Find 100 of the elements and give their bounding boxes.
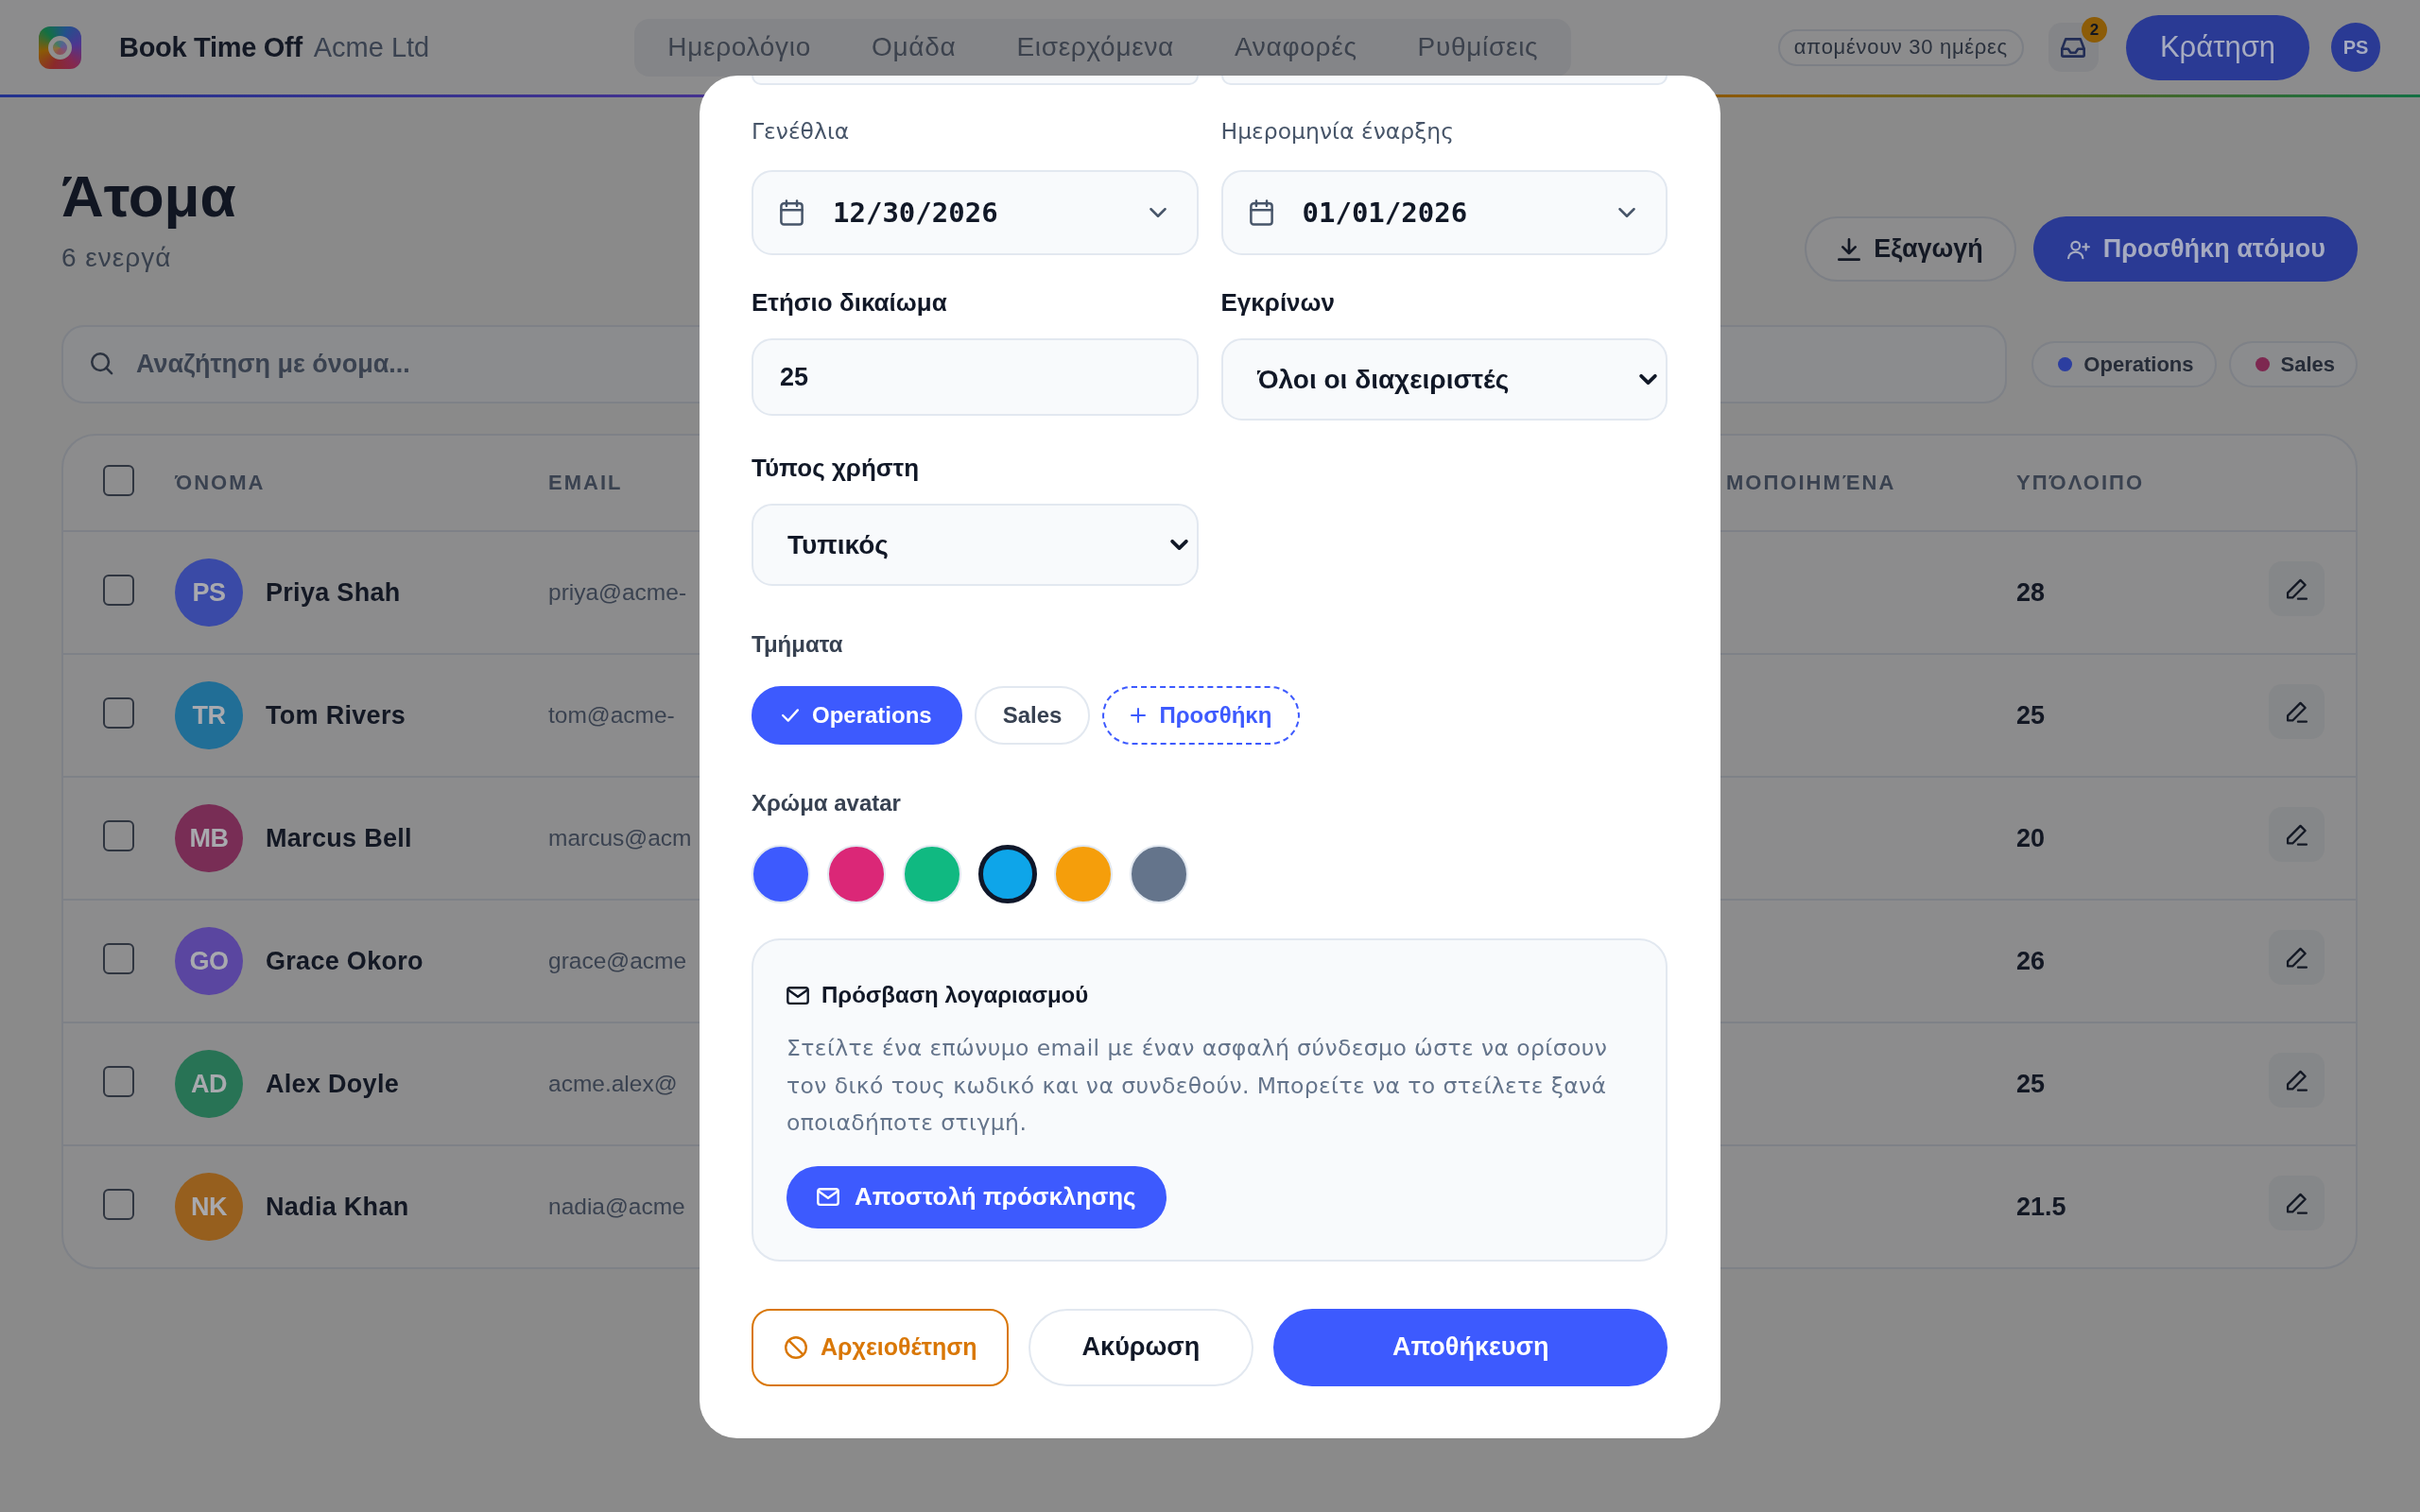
page-title: Άτομα — [61, 163, 236, 230]
save-button[interactable]: Αποθήκευση — [1273, 1308, 1668, 1386]
pencil-icon — [2285, 1192, 2308, 1214]
edit-button[interactable] — [2269, 1053, 2325, 1108]
edit-button[interactable] — [2269, 930, 2325, 985]
field-label: Γενέθλια — [752, 117, 851, 146]
filter-chip[interactable]: Sales — [2228, 341, 2358, 387]
email-text: nadia@acme — [548, 1194, 685, 1220]
person-name: Alex Doyle — [266, 1069, 400, 1099]
add-department-button[interactable]: Προσθήκη — [1102, 686, 1301, 745]
plus-icon — [1131, 708, 1147, 723]
cancel-button[interactable]: Ακύρωση — [1028, 1308, 1254, 1386]
balance-value: 28 — [2016, 577, 2046, 608]
page-subtitle: 6 ενεργά — [61, 242, 173, 274]
number-input[interactable]: 25 — [752, 338, 1199, 416]
pencil-icon — [2285, 946, 2308, 969]
user-avatar[interactable]: PS — [2331, 23, 2380, 72]
check-icon — [782, 709, 799, 722]
person-name: Priya Shah — [266, 577, 401, 608]
mail-icon — [817, 1188, 839, 1206]
logo-icon — [39, 26, 81, 69]
inbox-button[interactable] — [2048, 23, 2099, 72]
email-text: tom@acme- — [548, 702, 675, 729]
select-all-checkbox[interactable] — [103, 464, 134, 496]
pencil-icon — [2285, 823, 2308, 846]
select-field[interactable]: Όλοι οι διαχειριστές — [1220, 338, 1668, 421]
date-field[interactable]: 01/01/2026 — [1220, 170, 1668, 255]
row-checkbox[interactable] — [103, 696, 134, 729]
balance-value: 20 — [2016, 823, 2046, 853]
field-label: Ετήσιο δικαίωμα — [752, 287, 948, 318]
field-label: Ημερομηνία έναρξης — [1220, 117, 1456, 146]
person-name: Marcus Bell — [266, 823, 412, 853]
person-name: Tom Rivers — [266, 700, 406, 730]
notification-badge: 2 — [2081, 17, 2107, 43]
email-text: marcus@acm — [548, 825, 692, 851]
department-chip[interactable]: Sales — [974, 686, 1091, 745]
avatar: AD — [175, 1050, 243, 1118]
chevron-down-icon — [1618, 208, 1635, 217]
search-icon — [91, 352, 113, 375]
avatar: GO — [175, 927, 243, 995]
row-checkbox[interactable] — [103, 819, 134, 851]
nav-tab[interactable]: Ομάδα — [841, 22, 987, 73]
filter-label: Operations — [2083, 352, 2194, 377]
brand-name: Book Time Off — [119, 31, 302, 63]
column-header: ΜΟΠΟΙΗΜΈΝΑ — [1726, 471, 1896, 495]
input-field[interactable] — [1220, 76, 1668, 85]
person-name: Nadia Khan — [266, 1192, 409, 1222]
balance-value: 25 — [2016, 1069, 2046, 1099]
calendar-icon — [780, 199, 804, 226]
avatar: MB — [175, 804, 243, 872]
organization-name: Acme Ltd — [313, 31, 430, 63]
balance-value: 25 — [2016, 700, 2046, 730]
field-label: Εγκρίνων — [1220, 287, 1336, 318]
row-checkbox[interactable] — [103, 1065, 134, 1097]
chevron-down-icon — [1169, 540, 1188, 550]
avatar: NK — [175, 1173, 243, 1241]
column-header: ΥΠΌΛΟΙΠΟ — [2016, 471, 2144, 495]
date-field[interactable]: 12/30/2026 — [752, 170, 1199, 255]
pencil-icon — [2285, 577, 2308, 600]
row-checkbox[interactable] — [103, 1188, 134, 1220]
filter-label: Sales — [2280, 352, 2335, 377]
person-name: Grace Okoro — [266, 946, 424, 976]
edit-button[interactable] — [2269, 1176, 2325, 1230]
row-checkbox[interactable] — [103, 574, 134, 606]
balance-value: 21.5 — [2016, 1192, 2066, 1222]
section-label: Χρώμα avatar — [752, 789, 902, 817]
nav-tab[interactable]: Εισερχόμενα — [986, 22, 1204, 73]
nav-tab[interactable]: Ημερολόγιο — [637, 22, 841, 73]
mail-icon — [786, 986, 809, 1005]
email-text: acme.alex@ — [548, 1071, 678, 1097]
avatar: TR — [175, 681, 243, 749]
row-checkbox[interactable] — [103, 942, 134, 974]
panel-description: Στείλτε ένα επώνυμο email με έναν ασφαλή σύνδεσμο ώστε να ορίσουν τον δικό τους κωδικό και να συνδεθούν. Μπορείτε να το στείλετε ξανά οποιαδήποτε στιγμή. — [786, 1034, 1609, 1138]
chevron-down-icon — [1639, 374, 1657, 385]
filter-chip[interactable]: Operations — [2031, 341, 2217, 387]
field-label: Τύπος χρήστη — [752, 453, 921, 484]
balance-value: 26 — [2016, 946, 2046, 976]
export-button[interactable]: Εξαγωγή — [1805, 216, 2016, 282]
select-field[interactable]: Τυπικός — [752, 504, 1199, 586]
inbox-icon — [2061, 37, 2086, 58]
email-text: priya@acme- — [548, 579, 687, 606]
input-field[interactable] — [752, 76, 1199, 85]
edit-button[interactable] — [2269, 807, 2325, 862]
ban-icon — [785, 1335, 807, 1359]
email-text: grace@acme — [548, 948, 687, 974]
department-chip[interactable]: Operations — [752, 686, 962, 745]
pencil-icon — [2285, 700, 2308, 723]
add-person-button[interactable]: Προσθήκη ατόμου — [2032, 216, 2358, 282]
archive-button[interactable]: Αρχειοθέτηση — [752, 1308, 1009, 1386]
section-label: Τμήματα — [752, 630, 844, 659]
send-invite-button[interactable]: Αποστολή πρόσκλησης — [786, 1165, 1167, 1228]
edit-button[interactable] — [2269, 684, 2325, 739]
panel-title: Πρόσβαση λογαριασμού — [821, 982, 1089, 1008]
book-button[interactable]: Κράτηση — [2125, 14, 2309, 80]
calendar-icon — [1249, 199, 1273, 226]
edit-button[interactable] — [2269, 561, 2325, 616]
nav-tab[interactable]: Αναφορές — [1204, 22, 1388, 73]
nav-tab[interactable]: Ρυθμίσεις — [1387, 22, 1569, 73]
days-left-badge: απομένουν 30 ημέρες — [1777, 28, 2024, 66]
pencil-icon — [2285, 1069, 2308, 1091]
